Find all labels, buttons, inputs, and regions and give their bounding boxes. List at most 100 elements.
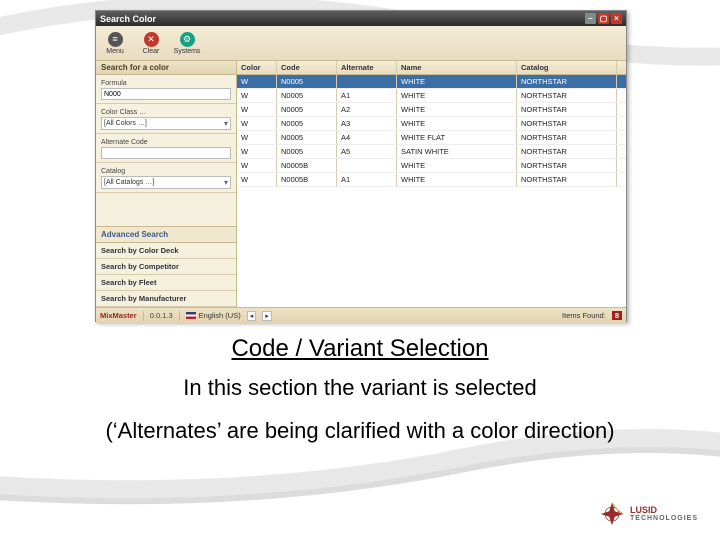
- app-window: Search Color – ▢ × ≡ Menu ✕ Clear ⚙ Syst…: [95, 10, 627, 322]
- status-lang-text: English (US): [199, 311, 241, 320]
- catalog-value: [All Catalogs …]: [104, 179, 154, 186]
- cell-catalog: NORTHSTAR: [517, 145, 617, 158]
- cell-color: W: [237, 117, 277, 130]
- window-title: Search Color: [100, 14, 156, 24]
- cell-alt: [337, 75, 397, 88]
- minimize-button[interactable]: –: [585, 13, 596, 24]
- menu-icon: ≡: [108, 32, 123, 47]
- sidebar: Search for a color Formula Color Class ……: [96, 61, 237, 307]
- cell-alt: [337, 159, 397, 172]
- cell-code: N0005: [277, 131, 337, 144]
- status-version: 0.0.1.3: [150, 311, 173, 320]
- cell-code: N0005: [277, 89, 337, 102]
- cell-code: N0005B: [277, 173, 337, 186]
- cell-name: WHITE FLAT: [397, 131, 517, 144]
- formula-input[interactable]: [101, 88, 231, 100]
- table-row[interactable]: WN0005BWHITENORTHSTAR: [237, 159, 626, 173]
- adv-item-competitor[interactable]: Search by Competitor: [96, 259, 236, 275]
- search-header: Search for a color: [96, 61, 236, 75]
- colorclass-select[interactable]: [All Colors …] ▾: [101, 117, 231, 130]
- table-row[interactable]: WN0005A5SATIN WHITENORTHSTAR: [237, 145, 626, 159]
- cell-catalog: NORTHSTAR: [517, 159, 617, 172]
- table-row[interactable]: WN0005A4WHITE FLATNORTHSTAR: [237, 131, 626, 145]
- cell-catalog: NORTHSTAR: [517, 75, 617, 88]
- cell-code: N0005: [277, 75, 337, 88]
- cell-color: W: [237, 145, 277, 158]
- clear-icon: ✕: [144, 32, 159, 47]
- maximize-button[interactable]: ▢: [598, 13, 609, 24]
- menu-label: Menu: [106, 48, 124, 55]
- star-icon: [598, 500, 626, 528]
- colorclass-label: Color Class …: [101, 109, 231, 116]
- cell-name: SATIN WHITE: [397, 145, 517, 158]
- adv-item-manufacturer[interactable]: Search by Manufacturer: [96, 291, 236, 307]
- logo: LUSID TECHNOLOGIES: [598, 496, 708, 532]
- chevron-down-icon: ▾: [224, 178, 228, 187]
- col-alternate[interactable]: Alternate: [337, 61, 397, 74]
- cell-color: W: [237, 89, 277, 102]
- table-row[interactable]: WN0005BA1WHITENORTHSTAR: [237, 173, 626, 187]
- cell-name: WHITE: [397, 75, 517, 88]
- menu-button[interactable]: ≡ Menu: [100, 28, 130, 58]
- lang-next-button[interactable]: ▸: [262, 311, 272, 321]
- close-button[interactable]: ×: [611, 13, 622, 24]
- caption-line2: In this section the variant is selected: [0, 375, 720, 401]
- cell-alt: A1: [337, 89, 397, 102]
- col-color[interactable]: Color: [237, 61, 277, 74]
- systems-icon: ⚙: [180, 32, 195, 47]
- cell-alt: A3: [337, 117, 397, 130]
- cell-color: W: [237, 103, 277, 116]
- catalog-label: Catalog: [101, 168, 231, 175]
- cell-code: N0005B: [277, 159, 337, 172]
- status-app: MixMaster: [100, 311, 137, 320]
- items-found-label: Items Found:: [562, 311, 606, 320]
- cell-name: WHITE: [397, 159, 517, 172]
- table-row[interactable]: WN0005A3WHITENORTHSTAR: [237, 117, 626, 131]
- toolbar: ≡ Menu ✕ Clear ⚙ Systems: [96, 26, 626, 61]
- clear-button[interactable]: ✕ Clear: [136, 28, 166, 58]
- status-language: English (US): [186, 311, 241, 320]
- logo-text-1: LUSID: [630, 506, 698, 515]
- col-name[interactable]: Name: [397, 61, 517, 74]
- altcode-label: Alternate Code: [101, 139, 231, 146]
- cell-name: WHITE: [397, 173, 517, 186]
- results-panel: Color Code Alternate Name Catalog WN0005…: [237, 61, 626, 307]
- table-body: WN0005WHITENORTHSTARWN0005A1WHITENORTHST…: [237, 75, 626, 187]
- cell-color: W: [237, 173, 277, 186]
- cell-color: W: [237, 131, 277, 144]
- systems-label: Systems: [174, 48, 201, 55]
- systems-button[interactable]: ⚙ Systems: [172, 28, 202, 58]
- col-code[interactable]: Code: [277, 61, 337, 74]
- catalog-select[interactable]: [All Catalogs …] ▾: [101, 176, 231, 189]
- cell-alt: A4: [337, 131, 397, 144]
- cell-alt: A2: [337, 103, 397, 116]
- table-header: Color Code Alternate Name Catalog: [237, 61, 626, 75]
- logo-text-2: TECHNOLOGIES: [630, 515, 698, 522]
- table-row[interactable]: WN0005A2WHITENORTHSTAR: [237, 103, 626, 117]
- cell-alt: A5: [337, 145, 397, 158]
- cell-code: N0005: [277, 117, 337, 130]
- cell-catalog: NORTHSTAR: [517, 173, 617, 186]
- cell-name: WHITE: [397, 89, 517, 102]
- table-row[interactable]: WN0005A1WHITENORTHSTAR: [237, 89, 626, 103]
- cell-catalog: NORTHSTAR: [517, 89, 617, 102]
- col-catalog[interactable]: Catalog: [517, 61, 617, 74]
- colorclass-value: [All Colors …]: [104, 120, 147, 127]
- clear-label: Clear: [143, 48, 160, 55]
- cell-name: WHITE: [397, 103, 517, 116]
- adv-item-fleet[interactable]: Search by Fleet: [96, 275, 236, 291]
- formula-label: Formula: [101, 80, 231, 87]
- flag-icon: [186, 312, 196, 319]
- caption-line3: (‘Alternates’ are being clarified with a…: [0, 418, 720, 444]
- advanced-header: Advanced Search: [96, 226, 236, 243]
- items-found-count: 8: [612, 311, 622, 320]
- cell-alt: A1: [337, 173, 397, 186]
- cell-name: WHITE: [397, 117, 517, 130]
- altcode-input[interactable]: [101, 147, 231, 159]
- cell-catalog: NORTHSTAR: [517, 131, 617, 144]
- table-row[interactable]: WN0005 WHITENORTHSTAR: [237, 75, 626, 89]
- adv-item-colordeck[interactable]: Search by Color Deck: [96, 243, 236, 259]
- cell-color: W: [237, 75, 277, 88]
- lang-prev-button[interactable]: ◂: [247, 311, 257, 321]
- chevron-down-icon: ▾: [224, 119, 228, 128]
